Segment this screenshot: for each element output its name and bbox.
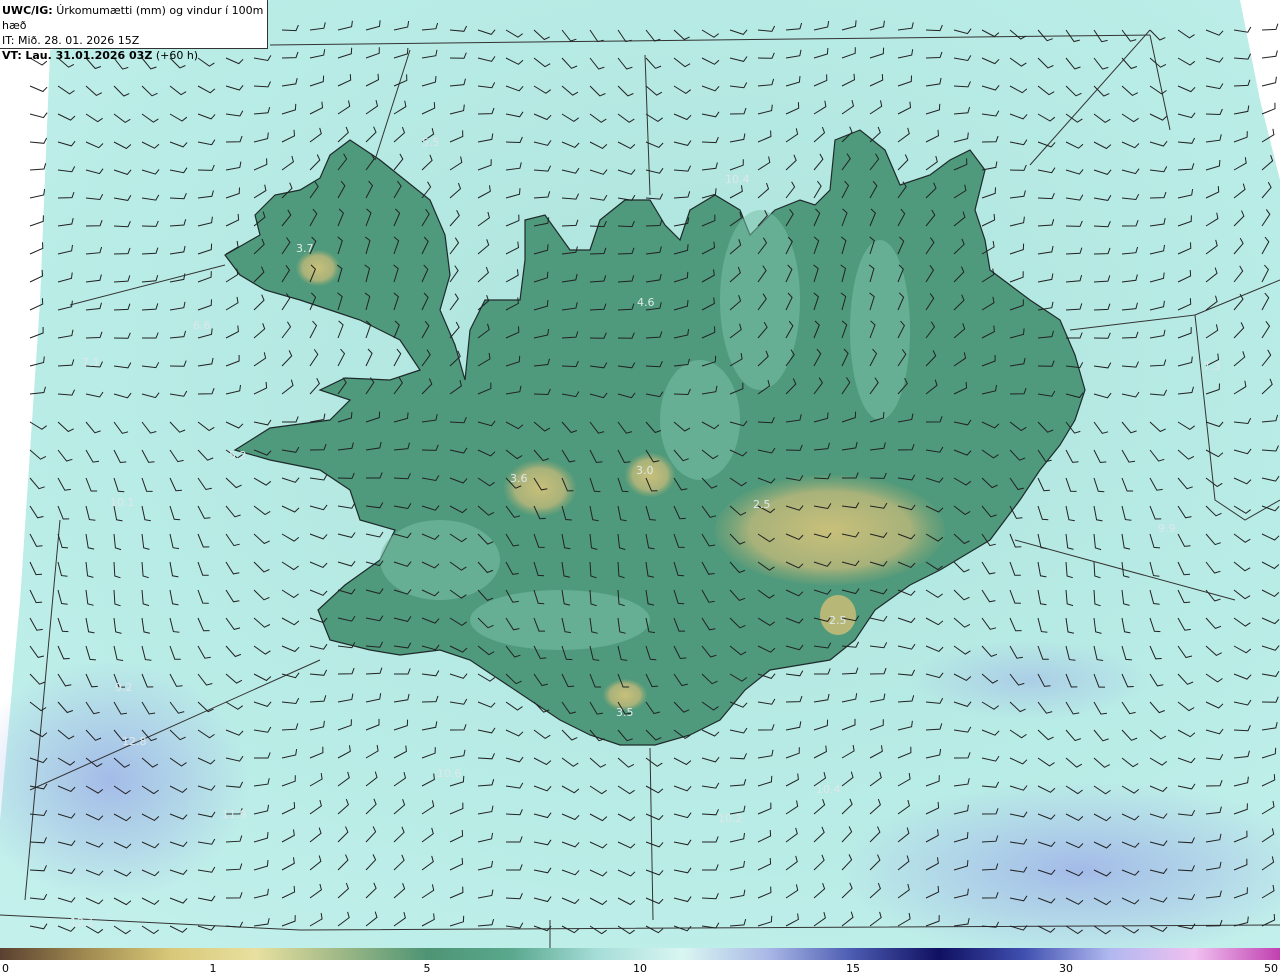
value-label: 10.4 <box>725 173 750 186</box>
weather-map[interactable]: 3.7 4.6 10.4 7.1 5.2 3.6 3.0 2.5 2.5 3.5… <box>0 0 1280 948</box>
value-label: 12.8 <box>122 735 147 748</box>
value-label: 3.7 <box>296 242 314 255</box>
forecast-hour: (+60 h) <box>155 49 199 62</box>
value-label: 9.2 <box>115 681 133 694</box>
glacier-vatnajokull <box>715 475 945 585</box>
wind-barb <box>1261 50 1278 59</box>
valid-time: Lau. 31.01.2026 03Z <box>25 49 153 62</box>
value-label: 11.9 <box>222 808 247 821</box>
value-label: 2.5 <box>753 498 771 511</box>
value-label: 7.3 <box>1203 360 1221 373</box>
colorbar-tick: 0 <box>2 962 9 975</box>
value-label: 9.9 <box>1158 522 1176 535</box>
value-label: 3.0 <box>636 464 654 477</box>
colorbar <box>0 948 1280 960</box>
init-time: IT: Mið. 28. 01. 2026 15Z <box>2 34 140 47</box>
precip-area-se <box>910 640 1150 720</box>
value-label: 5.2 <box>229 449 247 462</box>
wind-barb <box>1261 76 1277 87</box>
glacier-drangajokull <box>296 250 340 286</box>
model-name: UWC/IG: <box>2 4 53 17</box>
colorbar-tick: 1 <box>209 962 217 975</box>
valid-time-prefix: VT: <box>2 49 22 62</box>
wind-barb <box>1261 102 1276 115</box>
title-line: UWC/IG: Úrkomumætti (mm) og vindur í 100… <box>2 3 267 33</box>
valid-time-line: VT: Lau. 31.01.2026 03Z (+60 h) <box>2 48 267 63</box>
no-data-corner-tr <box>1240 0 1280 20</box>
value-label: 10.6 <box>437 767 462 780</box>
wind-barb <box>1261 23 1279 31</box>
value-label: 6.6 <box>193 319 211 332</box>
value-label: 10.1 <box>110 496 135 509</box>
value-label: 2.5 <box>829 614 847 627</box>
value-label: 3.5 <box>616 706 634 719</box>
value-label: 10.2 <box>718 812 743 825</box>
value-label: 3.6 <box>510 472 528 485</box>
map-header: UWC/IG: Úrkomumætti (mm) og vindur í 100… <box>0 0 268 62</box>
value-label: 5.5 <box>422 136 440 149</box>
colorbar-tick: 10 <box>633 962 647 975</box>
colorbar-tick: 15 <box>846 962 860 975</box>
value-label: 4.6 <box>637 296 655 309</box>
colorbar-tick: 30 <box>1059 962 1073 975</box>
colorbar-tick: 50 <box>1264 962 1278 975</box>
value-label: 7.1 <box>82 356 100 369</box>
value-label: 12.1 <box>70 916 95 929</box>
value-label: 10.4 <box>816 783 841 796</box>
colorbar-tick: 5 <box>423 962 431 975</box>
